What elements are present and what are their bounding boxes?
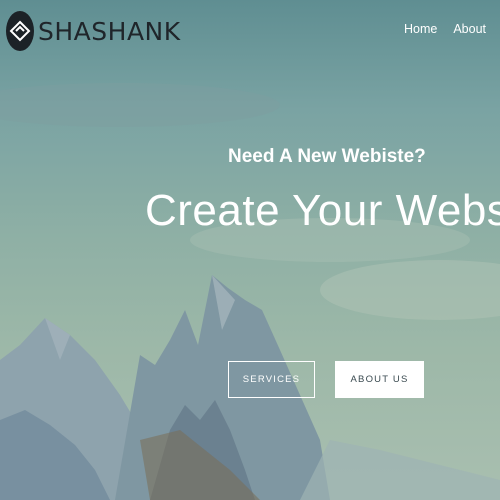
top-nav: Home About — [404, 22, 486, 36]
nav-about-link[interactable]: About — [453, 22, 486, 36]
nav-home-link[interactable]: Home — [404, 22, 437, 36]
hero-section: SHASHANK Home About Need A New Webiste? … — [0, 0, 500, 500]
brand-name: SHASHANK — [38, 16, 181, 46]
hero-title: Create Your Website — [145, 186, 500, 235]
diamond-logo-icon — [6, 11, 34, 51]
about-us-button[interactable]: ABOUT US — [335, 361, 424, 398]
services-button[interactable]: SERVICES — [228, 361, 315, 398]
brand-logo[interactable]: SHASHANK — [6, 11, 181, 51]
mountain-background — [0, 83, 500, 500]
hero-subtitle: Need A New Webiste? — [228, 146, 426, 167]
